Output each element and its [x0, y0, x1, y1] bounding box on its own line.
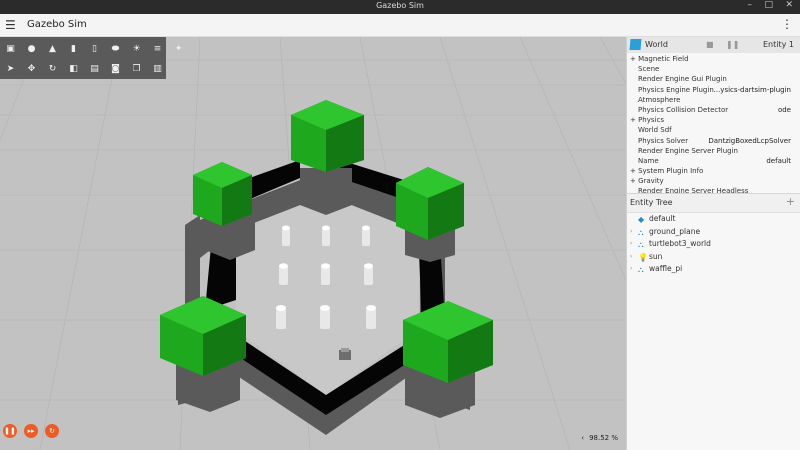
world-icon: ◆ [638, 215, 645, 224]
box-shape-button[interactable]: ▣ [0, 39, 21, 59]
component-group[interactable]: + Physics [627, 115, 800, 125]
entity-tree: ◆ default › ⛬ ground_plane › ⛬ turtlebot3_world… [627, 213, 800, 276]
hex-pillar-right [396, 167, 464, 262]
model-icon: ⛬ [638, 240, 644, 249]
window-title: Gazebo Sim [376, 1, 424, 10]
sphere-shape-button[interactable]: ● [21, 39, 42, 59]
component-label: + System Plugin Info [630, 167, 704, 176]
pause-updates-icon[interactable]: ❚❚ [726, 40, 739, 49]
light-icon: 💡 [638, 252, 648, 262]
step-button[interactable]: ▸▸ [24, 424, 38, 438]
close-icon[interactable]: ✕ [785, 0, 793, 10]
scene-render [0, 37, 626, 450]
component-inspector-header: World ■ ❚❚ Entity 1 [627, 37, 800, 53]
hamburger-menu-icon[interactable]: ☰ [5, 18, 16, 32]
inspector-entity-id: Entity 1 [763, 40, 794, 49]
snap-button[interactable]: ◧ [63, 59, 84, 79]
entity-tree-title: Entity Tree [630, 198, 673, 207]
world-cube-icon [629, 39, 642, 50]
window-titlebar: Gazebo Sim – □ ✕ [0, 0, 800, 14]
component-row[interactable]: Render Engine Server Plugin [627, 146, 800, 156]
spot-light-button[interactable]: ✦ [168, 39, 189, 59]
rotate-mode-button[interactable]: ↻ [42, 59, 63, 79]
minimize-icon[interactable]: – [748, 0, 753, 10]
entity-tree-item[interactable]: › ⛬ ground_plane [627, 226, 800, 239]
component-label: Render Engine Gui Plugin [638, 75, 727, 84]
entity-tree-item[interactable]: › ⛬ turtlebot3_world [627, 238, 800, 251]
expand-chevron-icon[interactable]: › [630, 226, 632, 239]
component-group[interactable]: + System Plugin Info [627, 166, 800, 176]
cylinder-shape-button[interactable]: ▮ [63, 39, 84, 59]
component-label: + Magnetic Field [630, 55, 689, 63]
model-icon: ⛬ [638, 265, 644, 274]
paste-button[interactable]: ▥ [147, 59, 168, 79]
stats-expand-icon[interactable]: ‹ [581, 434, 584, 442]
component-list: + Magnetic Field Scene Render Engine Gui P… [627, 54, 800, 197]
inspector-entity-name: World [645, 40, 668, 49]
scene-viewport[interactable]: ▣ ● ▲ ▮ ▯ ⬬ ☀ ≡ ✦ ➤ ✥ ↻ ◧ ▤ ◙ ❐ ▥ ❚❚ ▸▸ ↻ ‹ 98.52 % [0, 37, 626, 450]
directional-light-button[interactable]: ≡ [147, 39, 168, 59]
ellipsoid-shape-button[interactable]: ⬬ [105, 39, 126, 59]
component-group[interactable]: + Magnetic Field [627, 54, 800, 64]
entity-tree-label: default [649, 214, 676, 223]
component-row[interactable]: Physics Collision Detector ode [627, 105, 800, 115]
component-label: Name [638, 156, 659, 165]
component-row[interactable]: Physics Solver DantzigBoxedLcpSolver [627, 136, 800, 146]
translate-mode-button[interactable]: ✥ [21, 59, 42, 79]
entity-tree-header: Entity Tree + [627, 193, 800, 213]
pause-button[interactable]: ❚❚ [3, 424, 17, 438]
component-label: + Physics [630, 116, 664, 125]
component-row[interactable]: World Sdf [627, 125, 800, 135]
component-row[interactable]: Render Engine Gui Plugin [627, 74, 800, 84]
playback-controls: ❚❚ ▸▸ ↻ [3, 424, 59, 438]
component-label: Render Engine Server Plugin [638, 146, 738, 155]
reset-button[interactable]: ↻ [45, 424, 59, 438]
capsule-shape-button[interactable]: ▯ [84, 39, 105, 59]
entity-tree-item[interactable]: › 💡 sun [627, 251, 800, 264]
cone-shape-button[interactable]: ▲ [42, 39, 63, 59]
entity-tree-item[interactable]: ◆ default [627, 213, 800, 226]
component-value: DantzigBoxedLcpSolver [708, 136, 791, 145]
select-mode-button[interactable]: ➤ [0, 59, 21, 79]
component-label: Physics Solver [638, 136, 689, 145]
right-panel: World ■ ❚❚ Entity 1 + Magnetic Field Scen… [626, 37, 800, 450]
point-light-button[interactable]: ☀ [126, 39, 147, 59]
component-value: ode [777, 105, 791, 114]
entity-tree-label: sun [649, 251, 663, 261]
model-icon: ⛬ [638, 227, 644, 237]
copy-button[interactable]: ❐ [126, 59, 147, 79]
expand-chevron-icon[interactable]: › [630, 263, 632, 276]
component-label: Physics Collision Detector [638, 105, 729, 114]
grid-config-button[interactable]: ▤ [84, 59, 105, 79]
component-label: World Sdf [638, 126, 672, 135]
expand-chevron-icon[interactable]: › [630, 238, 632, 251]
lock-icon[interactable]: ■ [706, 40, 714, 49]
component-row[interactable]: Atmosphere [627, 95, 800, 105]
component-group[interactable]: + Gravity [627, 176, 800, 186]
component-label: Scene [638, 65, 660, 74]
component-value: ...ysics-dartsim-plugin [713, 85, 791, 94]
entity-tree-item[interactable]: › ⛬ waffle_pi [627, 263, 800, 276]
expand-chevron-icon[interactable]: › [630, 251, 632, 264]
component-label: Atmosphere [638, 95, 681, 104]
component-row[interactable]: Name default [627, 156, 800, 166]
entity-tree-label: ground_plane [649, 226, 701, 236]
component-label: Physics Engine Plugin [638, 85, 714, 94]
entity-tree-label: waffle_pi [649, 264, 683, 273]
maximize-icon[interactable]: □ [764, 0, 773, 10]
app-bar: ☰ Gazebo Sim ⋮ [0, 14, 800, 37]
real-time-factor: 98.52 % [589, 434, 618, 442]
more-options-icon[interactable]: ⋮ [781, 17, 793, 31]
component-row[interactable]: Scene [627, 64, 800, 74]
screenshot-button[interactable]: ◙ [105, 59, 126, 79]
scene-toolbar: ▣ ● ▲ ▮ ▯ ⬬ ☀ ≡ ✦ ➤ ✥ ↻ ◧ ▤ ◙ ❐ ▥ [0, 37, 182, 79]
app-title: Gazebo Sim [27, 19, 87, 30]
component-value: default [766, 156, 791, 165]
add-entity-icon[interactable]: + [786, 195, 795, 208]
entity-tree-label: turtlebot3_world [649, 239, 711, 248]
component-label: + Gravity [630, 177, 664, 186]
component-row[interactable]: Physics Engine Plugin ...ysics-dartsim-pl… [627, 85, 800, 95]
